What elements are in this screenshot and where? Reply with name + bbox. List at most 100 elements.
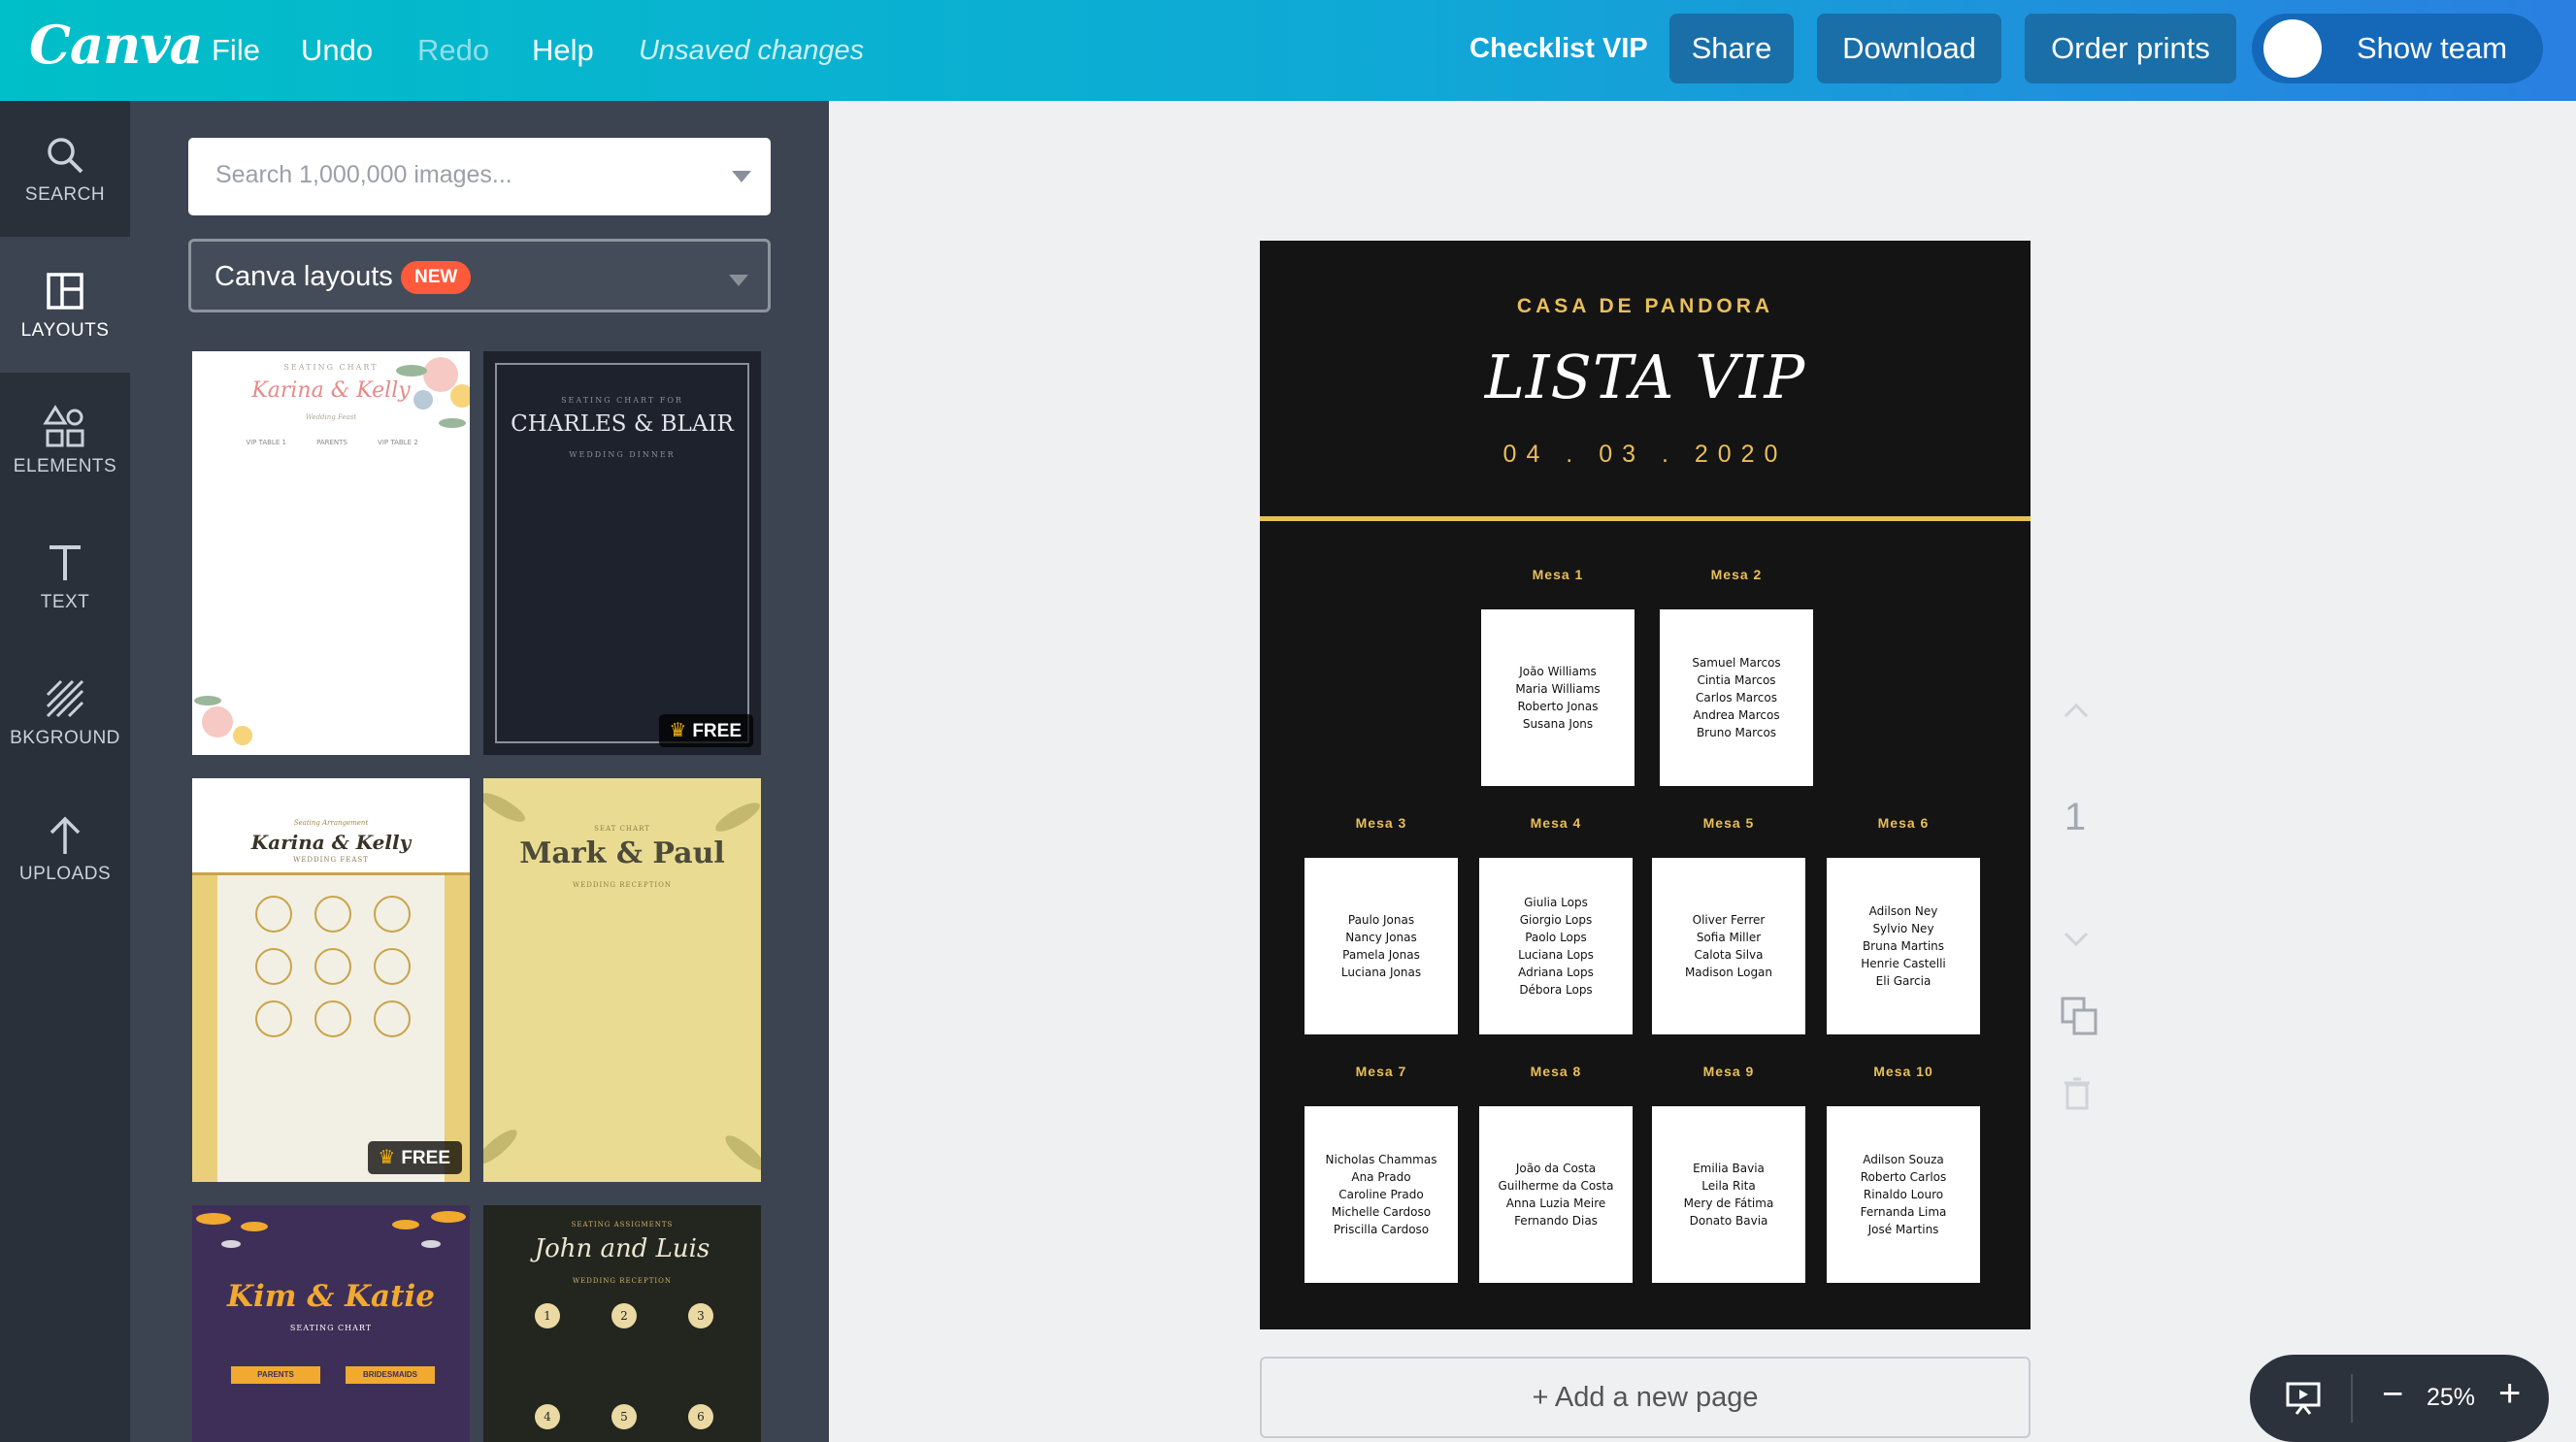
- floral-decoration: [194, 696, 252, 745]
- guest-name: Roberto Jonas: [1517, 700, 1599, 713]
- guest-name: Madison Logan: [1684, 966, 1773, 979]
- zoom-toolbar: − 25% +: [2250, 1355, 2549, 1442]
- zoom-level[interactable]: 25%: [2427, 1384, 2475, 1412]
- rail-search-label: SEARCH: [24, 184, 106, 205]
- guest-name: Priscilla Cardoso: [1333, 1223, 1430, 1236]
- left-rail: SEARCH LAYOUTS ELEMENTS TEXT BKGROUND UP…: [0, 101, 130, 1442]
- menu-undo[interactable]: Undo: [301, 33, 373, 68]
- layouts-panel: Search 1,000,000 images... Canva layouts…: [130, 101, 829, 1442]
- image-search-input[interactable]: Search 1,000,000 images...: [188, 138, 771, 215]
- table-label[interactable]: Mesa 2: [1659, 567, 1814, 582]
- show-team-label: Show team: [2357, 31, 2508, 65]
- guest-name: Débora Lops: [1519, 983, 1593, 997]
- guest-name: Carlos Marcos: [1696, 691, 1777, 705]
- guest-name: Paulo Jonas: [1347, 913, 1415, 927]
- delete-page-icon[interactable]: [2064, 1077, 2091, 1110]
- zoom-out-button[interactable]: −: [2382, 1374, 2403, 1416]
- menu-file[interactable]: File: [212, 33, 260, 68]
- move-up-icon[interactable]: [2064, 703, 2089, 718]
- free-badge: ♛ FREE: [368, 1141, 462, 1174]
- table-label[interactable]: Mesa 5: [1651, 815, 1806, 831]
- event-date[interactable]: 04 . 03 . 2020: [1260, 441, 2031, 469]
- venue-name[interactable]: CASA DE PANDORA: [1260, 295, 2031, 318]
- guest-name: Rinaldo Louro: [1863, 1188, 1944, 1201]
- svg-text:6: 6: [697, 1410, 705, 1424]
- document-heading[interactable]: LISTA VIP: [1260, 342, 2031, 412]
- canva-logo[interactable]: Canva: [29, 14, 204, 76]
- table-label[interactable]: Mesa 10: [1826, 1064, 1981, 1079]
- rail-layouts[interactable]: LAYOUTS: [0, 237, 130, 373]
- guest-name: Nicholas Chammas: [1325, 1153, 1437, 1166]
- layout-category-select[interactable]: Canva layouts NEW: [188, 239, 771, 312]
- layout-thumbnail[interactable]: SEATING CHART FOR CHARLES & BLAIR WEDDIN…: [483, 351, 761, 755]
- layout-thumbnail[interactable]: Seating Arrangement Karina & Kelly WEDDI…: [192, 778, 470, 1182]
- gold-divider: [1260, 516, 2031, 521]
- guest-name: Luciana Jonas: [1340, 966, 1422, 979]
- table-card[interactable]: Adilson Souza Roberto Carlos Rinaldo Louro…: [1827, 1106, 1980, 1283]
- layout-thumbnail[interactable]: SEAT CHART Mark & Paul WEDDING RECEPTION: [483, 778, 761, 1182]
- menu-redo[interactable]: Redo: [417, 33, 489, 68]
- table-label[interactable]: Mesa 3: [1304, 815, 1459, 831]
- free-badge: ♛ FREE: [659, 714, 753, 747]
- svg-text:5: 5: [620, 1410, 628, 1424]
- table-label[interactable]: Mesa 1: [1480, 567, 1635, 582]
- rail-elements[interactable]: ELEMENTS: [0, 373, 130, 508]
- rail-uploads[interactable]: UPLOADS: [0, 780, 130, 916]
- guest-name: Emilia Bavia: [1693, 1162, 1765, 1175]
- guest-name: João da Costa: [1515, 1162, 1597, 1175]
- move-down-icon[interactable]: [2064, 932, 2089, 947]
- table-card[interactable]: Oliver Ferrer Sofia Miller Calota Silva Mad…: [1652, 858, 1805, 1034]
- layout-category-label: Canva layouts: [215, 261, 393, 292]
- table-label[interactable]: Mesa 7: [1304, 1064, 1459, 1079]
- show-team-button[interactable]: Show team: [2252, 14, 2543, 83]
- present-icon[interactable]: [2285, 1380, 2322, 1417]
- guest-name: Andrea Marcos: [1693, 708, 1780, 722]
- guest-name: Cintia Marcos: [1697, 673, 1776, 687]
- guest-name: Roberto Carlos: [1860, 1170, 1947, 1184]
- rail-text[interactable]: TEXT: [0, 508, 130, 644]
- guest-name: João Williams: [1519, 665, 1597, 678]
- order-prints-button[interactable]: Order prints: [2025, 14, 2236, 83]
- document-title[interactable]: Checklist VIP: [1470, 33, 1648, 65]
- guest-name: Samuel Marcos: [1692, 656, 1781, 670]
- table-card[interactable]: Adilson Ney Sylvio Ney Bruna Martins Henrie…: [1827, 858, 1980, 1034]
- top-bar: Canva File Undo Redo Help Unsaved change…: [0, 0, 2576, 101]
- menu-help[interactable]: Help: [532, 33, 594, 68]
- table-card[interactable]: Nicholas Chammas Ana Prado Caroline Prado M…: [1305, 1106, 1458, 1283]
- duplicate-page-icon[interactable]: [2060, 996, 2098, 1036]
- crown-icon: ♛: [669, 720, 687, 741]
- table-label[interactable]: Mesa 8: [1478, 1064, 1634, 1079]
- table-card[interactable]: Samuel Marcos Cintia Marcos Carlos Marcos A…: [1660, 609, 1813, 786]
- table-card[interactable]: João Williams Maria Williams Roberto Jonas…: [1481, 609, 1635, 786]
- rail-search[interactable]: SEARCH: [0, 101, 130, 237]
- chevron-down-icon[interactable]: [732, 171, 751, 182]
- toolbar-divider: [2351, 1374, 2353, 1423]
- table-label[interactable]: Mesa 4: [1478, 815, 1634, 831]
- rail-background[interactable]: BKGROUND: [0, 644, 130, 780]
- rail-elements-label: ELEMENTS: [13, 456, 117, 476]
- layout-thumbnail[interactable]: SEATING ASSIGMENTS John and Luis WEDDING…: [483, 1205, 761, 1442]
- svg-text:2: 2: [620, 1309, 628, 1323]
- table-label[interactable]: Mesa 9: [1651, 1064, 1806, 1079]
- guest-name: Adilson Souza: [1863, 1153, 1944, 1166]
- layout-thumbnail[interactable]: SEATING CHART Karina & Kelly Wedding Fea…: [192, 351, 470, 755]
- chevron-down-icon: [729, 275, 748, 286]
- add-page-button[interactable]: + Add a new page: [1260, 1357, 2031, 1438]
- new-badge: NEW: [401, 261, 472, 294]
- guest-name: Nancy Jonas: [1345, 931, 1417, 944]
- share-button[interactable]: Share: [1669, 14, 1794, 83]
- table-card[interactable]: Giulia Lops Giorgio Lops Paolo Lops Luciana…: [1479, 858, 1633, 1034]
- zoom-in-button[interactable]: +: [2498, 1372, 2521, 1416]
- text-icon: [50, 545, 81, 580]
- download-button[interactable]: Download: [1817, 14, 2001, 83]
- table-label[interactable]: Mesa 6: [1826, 815, 1981, 831]
- guest-name: Adriana Lops: [1518, 966, 1594, 979]
- table-card[interactable]: Paulo Jonas Nancy Jonas Pamela Jonas Lucian…: [1305, 858, 1458, 1034]
- guest-name: Michelle Cardoso: [1331, 1205, 1432, 1219]
- design-page[interactable]: CASA DE PANDORA LISTA VIP 04 . 03 . 2020…: [1260, 241, 2031, 1329]
- team-avatar: [2263, 19, 2322, 78]
- table-card[interactable]: Emilia Bavia Leila Rita Mery de Fátima Dona…: [1652, 1106, 1805, 1283]
- guest-name: Ana Prado: [1351, 1170, 1411, 1184]
- table-card[interactable]: João da Costa Guilherme da Costa Anna Luzi…: [1479, 1106, 1633, 1283]
- layout-thumbnail[interactable]: Kim & Katie SEATING CHART PARENTS BRIDES…: [192, 1205, 470, 1442]
